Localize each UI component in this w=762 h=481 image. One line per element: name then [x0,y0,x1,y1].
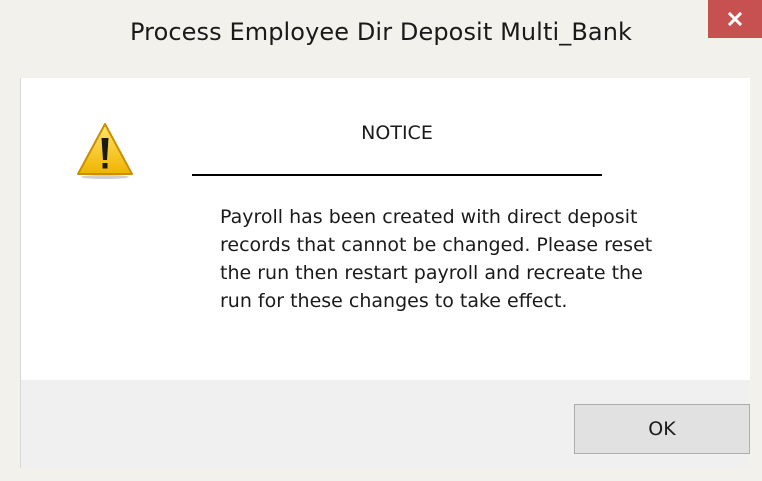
ok-button[interactable]: OK [574,404,750,454]
title-bar[interactable]: Process Employee Dir Deposit Multi_Bank [0,0,762,78]
close-button[interactable] [708,0,762,38]
window-frame-bottom [0,468,762,481]
window-title: Process Employee Dir Deposit Multi_Bank [129,18,633,46]
close-icon [727,11,743,27]
warning-icon [74,120,136,180]
heading-divider [192,174,602,176]
window-frame-left [0,78,20,481]
notice-heading: NOTICE [361,122,433,144]
window-frame-right [750,78,762,481]
notice-message: Payroll has been created with direct dep… [220,206,653,312]
dialog-window: Process Employee Dir Deposit Multi_Bank [0,0,762,481]
